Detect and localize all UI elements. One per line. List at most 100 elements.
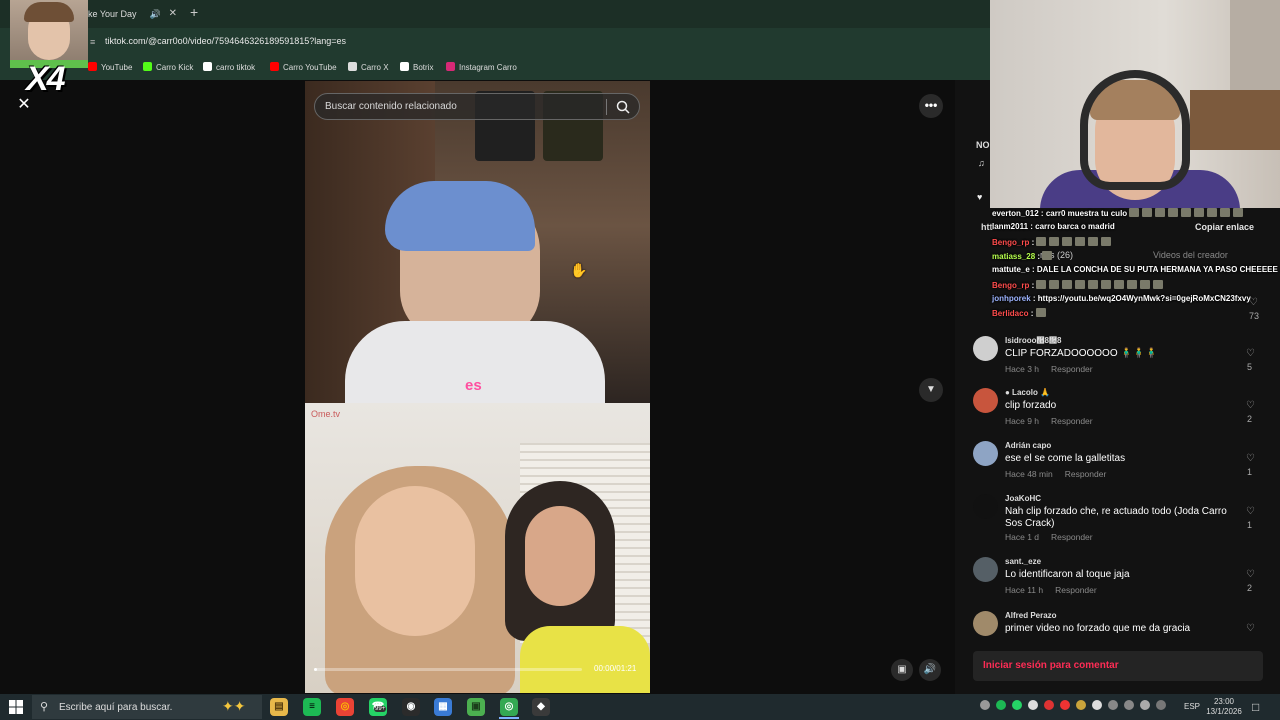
pen-icon[interactable] — [1156, 700, 1166, 710]
bookmark-item[interactable]: Carro YouTube — [270, 62, 337, 72]
heart-icon[interactable]: ♡ — [1246, 400, 1255, 411]
spotify-tray-icon[interactable] — [996, 700, 1006, 710]
tray-icon[interactable] — [1108, 700, 1118, 710]
minecraft-icon[interactable]: ▣ — [467, 698, 485, 716]
comment-username[interactable]: Alfred Perazo — [1005, 611, 1057, 620]
mouse-cursor-icon: ✋ — [570, 262, 588, 278]
copilot-sparkle-icon[interactable]: ✦✦ — [222, 698, 245, 715]
avatar[interactable] — [973, 441, 998, 466]
comment-username[interactable]: sant._eze — [1005, 557, 1041, 566]
search-input[interactable]: Buscar contenido relacionado — [314, 93, 640, 120]
picture-in-picture-icon[interactable]: ▣ — [891, 659, 913, 681]
emote-icon — [1129, 208, 1140, 217]
reply-button[interactable]: Responder — [1051, 364, 1093, 374]
bookmark-item[interactable]: carro tiktok — [203, 62, 255, 72]
bookmark-item[interactable]: Botrix — [400, 62, 433, 72]
avatar[interactable] — [973, 336, 998, 361]
comment-text: CLIP FORZADOOOOOO 🧍‍♂️🧍‍♂️🧍‍♂️ — [1005, 348, 1158, 359]
close-icon[interactable]: ✕ — [14, 95, 34, 115]
comment-time: Hace 1 d — [1005, 532, 1040, 542]
address-text[interactable]: tiktok.com/@carr0o0/video/75946463261895… — [105, 36, 346, 46]
chevron-down-icon[interactable]: ▼ — [919, 378, 943, 402]
reply-button[interactable]: Responder — [1055, 585, 1097, 595]
heart-icon[interactable]: ♥ — [977, 192, 982, 202]
network-icon[interactable] — [1124, 700, 1134, 710]
volume-icon[interactable] — [1140, 700, 1150, 710]
bookmark-item[interactable]: Carro Kick — [143, 62, 193, 72]
avatar[interactable] — [973, 494, 998, 519]
clock[interactable]: 23:00 13/1/2026 — [1206, 697, 1242, 717]
bookmark-item[interactable]: YouTube — [88, 62, 132, 72]
file-explorer-icon[interactable]: ▤ — [270, 698, 288, 716]
reply-button[interactable]: Responder — [1051, 416, 1093, 426]
heart-icon[interactable]: ♡ — [1246, 348, 1255, 359]
windows-start-icon[interactable] — [8, 699, 24, 715]
emote-icon — [1075, 236, 1086, 246]
bookmark-item[interactable]: Instagram Carro — [446, 62, 517, 72]
notifications-icon[interactable]: □ — [1252, 700, 1259, 714]
reply-button[interactable]: Responder — [1065, 469, 1107, 479]
chat-separator: : — [1029, 265, 1037, 275]
reply-button[interactable]: Responder — [1051, 532, 1093, 542]
like-count: 1 — [1246, 467, 1252, 477]
tray-icon[interactable] — [1092, 700, 1102, 710]
spotify-icon[interactable]: ≡ — [303, 698, 321, 716]
emote-icon — [1194, 208, 1205, 217]
video-progress-bar[interactable] — [314, 668, 582, 671]
browser-tab[interactable]: ke Your Day 🔊 ✕ — [80, 2, 185, 26]
bookmark-item[interactable]: Carro X — [348, 62, 389, 72]
close-tab-icon[interactable]: ✕ — [169, 2, 177, 26]
chat-message: matiass_28 : — [992, 250, 1055, 261]
new-tab-button[interactable]: + — [190, 4, 198, 20]
search-icon[interactable] — [615, 99, 631, 115]
heart-icon[interactable]: ♡ — [1246, 453, 1255, 464]
chat-message: jonhporek : https://youtu.be/wq2O4WynMwk… — [992, 294, 1251, 303]
tray-icon[interactable] — [1044, 700, 1054, 710]
comment-username[interactable]: JoaKoHC — [1005, 494, 1041, 503]
comment-item: ● Lacolo 🙏 clip forzado Hace 9 h Responder ♡… — [973, 388, 1263, 438]
heart-icon[interactable]: ♡ — [1246, 623, 1255, 634]
chat-message: Bengo_rp : — [992, 279, 1166, 290]
avatar[interactable] — [973, 611, 998, 636]
comment-username[interactable]: ● Lacolo 🙏 — [1005, 388, 1050, 397]
speaker-icon[interactable]: 🔊 — [150, 2, 161, 26]
system-tray[interactable] — [980, 700, 1172, 711]
site-info-icon[interactable]: ≡ — [90, 37, 95, 47]
whatsapp-tray-icon[interactable] — [1012, 700, 1022, 710]
obs-icon[interactable]: ◉ — [402, 698, 420, 716]
like-count: 5 — [1246, 362, 1252, 372]
more-options-button[interactable]: ••• — [919, 94, 943, 118]
chat-text: carro barca o madrid — [1035, 222, 1115, 232]
tray-icon[interactable] — [1060, 700, 1070, 710]
store-icon[interactable]: ▦ — [434, 698, 452, 716]
taskbar-search-input[interactable]: ⚲ Escribe aquí para buscar. ✦✦ — [32, 695, 262, 719]
tray-icon[interactable] — [1028, 700, 1038, 710]
volume-icon[interactable]: 🔊 — [919, 659, 941, 681]
app-icon[interactable]: ◆ — [532, 698, 550, 716]
heart-icon[interactable]: ♡ — [1246, 506, 1255, 517]
login-to-comment-button[interactable]: Iniciar sesión para comentar — [973, 651, 1263, 681]
windows-taskbar: ⚲ Escribe aquí para buscar. ✦✦ ▤≡◎☎99+◉▦… — [0, 694, 1280, 720]
heart-icon[interactable]: ♡ — [1246, 569, 1255, 580]
emote-icon — [1035, 308, 1046, 318]
overlay-avatar — [10, 0, 88, 68]
chrome-icon[interactable]: ◎ — [336, 698, 354, 716]
chat-username: matiass_28 — [992, 251, 1036, 261]
avatar[interactable] — [973, 557, 998, 582]
search-placeholder: Buscar contenido relacionado — [325, 101, 457, 112]
like-count: 2 — [1246, 414, 1252, 424]
search-divider — [606, 99, 607, 115]
comment-username[interactable]: Isidrooo὚8὚8 — [1005, 336, 1061, 345]
language-indicator[interactable]: ESP — [1184, 702, 1200, 711]
bookmark-favicon-icon — [400, 62, 409, 71]
video-player[interactable]: es Ome.tv — [305, 81, 650, 693]
address-bar[interactable]: ≡ tiktok.com/@carr0o0/video/759464632618… — [0, 28, 990, 56]
tray-icon[interactable] — [980, 700, 990, 710]
comment-username[interactable]: Adrián capo — [1005, 441, 1051, 450]
chrome-active-icon[interactable]: ◎ — [500, 698, 518, 716]
avatar[interactable] — [973, 388, 998, 413]
chat-separator: : — [1035, 251, 1043, 261]
tray-icon[interactable] — [1076, 700, 1086, 710]
chat-username: mattute_e — [992, 265, 1030, 275]
chat-username: lanm2011 — [992, 222, 1029, 232]
